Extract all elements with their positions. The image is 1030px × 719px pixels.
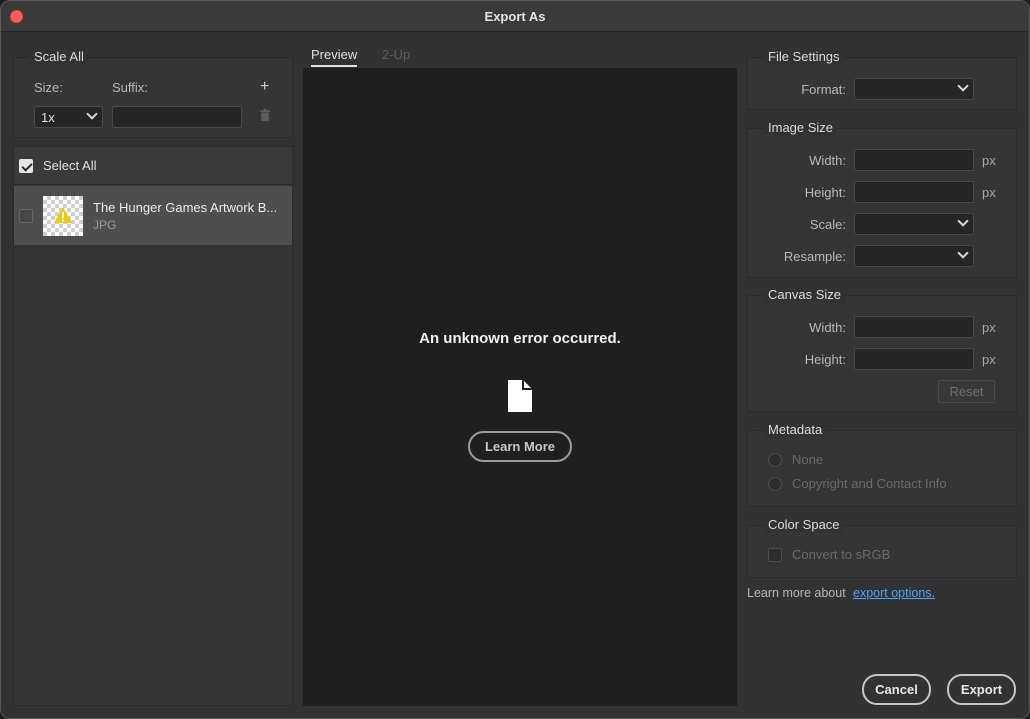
trash-icon[interactable] xyxy=(260,109,270,124)
color-space-title: Color Space xyxy=(764,517,844,532)
metadata-title: Metadata xyxy=(764,422,827,437)
file-settings-title: File Settings xyxy=(764,49,844,64)
title-bar: Export As xyxy=(1,1,1029,32)
asset-type: JPG xyxy=(93,218,117,232)
suffix-label: Suffix: xyxy=(112,80,148,95)
export-button[interactable]: Export xyxy=(947,674,1016,705)
warning-icon xyxy=(53,206,73,227)
learn-more-button[interactable]: Learn More xyxy=(468,431,572,462)
error-message: An unknown error occurred. xyxy=(419,330,621,347)
suffix-input[interactable] xyxy=(112,106,242,128)
cancel-button[interactable]: Cancel xyxy=(862,674,931,705)
asset-checkbox[interactable] xyxy=(19,209,33,223)
image-height-label: Height: xyxy=(804,185,846,200)
dialog-title: Export As xyxy=(484,9,546,24)
image-height-unit: px xyxy=(982,185,996,200)
metadata-copyright-radio[interactable] xyxy=(768,477,782,491)
size-label: Size: xyxy=(34,80,63,95)
canvas-height-input[interactable] xyxy=(854,348,974,370)
format-label: Format: xyxy=(801,82,846,97)
scale-all-title: Scale All xyxy=(30,49,88,64)
metadata-group xyxy=(747,430,1017,507)
canvas-height-unit: px xyxy=(982,352,996,367)
export-options-link[interactable]: export options. xyxy=(853,586,935,600)
image-width-input[interactable] xyxy=(854,149,974,171)
reset-button[interactable]: Reset xyxy=(938,380,995,403)
learn-more-text: Learn more about xyxy=(747,586,846,600)
add-scale-button[interactable]: + xyxy=(260,78,269,96)
canvas-width-label: Width: xyxy=(809,320,846,335)
document-icon xyxy=(508,380,532,415)
canvas-height-label: Height: xyxy=(804,352,846,367)
chevron-down-icon xyxy=(957,247,969,259)
metadata-copyright-label: Copyright and Contact Info xyxy=(792,476,947,491)
image-width-unit: px xyxy=(982,153,996,168)
scale-label: Scale: xyxy=(809,217,846,232)
image-size-title: Image Size xyxy=(764,120,838,135)
scale-select[interactable] xyxy=(854,213,974,235)
convert-srgb-checkbox[interactable] xyxy=(768,548,782,562)
size-select[interactable]: 1x xyxy=(34,106,103,128)
metadata-none-label: None xyxy=(792,452,824,467)
convert-srgb-label: Convert to sRGB xyxy=(792,547,891,562)
format-select[interactable] xyxy=(854,78,974,100)
size-select-value: 1x xyxy=(41,110,55,125)
metadata-none-radio[interactable] xyxy=(768,453,782,467)
image-height-input[interactable] xyxy=(854,181,974,203)
chevron-down-icon xyxy=(957,80,969,92)
select-all-checkbox[interactable] xyxy=(19,159,33,173)
canvas-width-input[interactable] xyxy=(854,316,974,338)
resample-label: Resample: xyxy=(783,249,846,264)
canvas-size-title: Canvas Size xyxy=(764,287,845,302)
tab-2-up[interactable]: 2-Up xyxy=(382,47,410,62)
chevron-down-icon xyxy=(957,215,969,227)
export-as-dialog: Export As Scale All Size: Suffix: + 1x S… xyxy=(0,0,1030,719)
canvas-width-unit: px xyxy=(982,320,996,335)
select-all-label: Select All xyxy=(43,158,97,173)
tab-preview[interactable]: Preview xyxy=(311,47,358,67)
asset-name: The Hunger Games Artwork B... xyxy=(93,200,278,215)
image-width-label: Width: xyxy=(809,153,846,168)
resample-select[interactable] xyxy=(854,245,974,267)
chevron-down-icon xyxy=(86,108,98,120)
